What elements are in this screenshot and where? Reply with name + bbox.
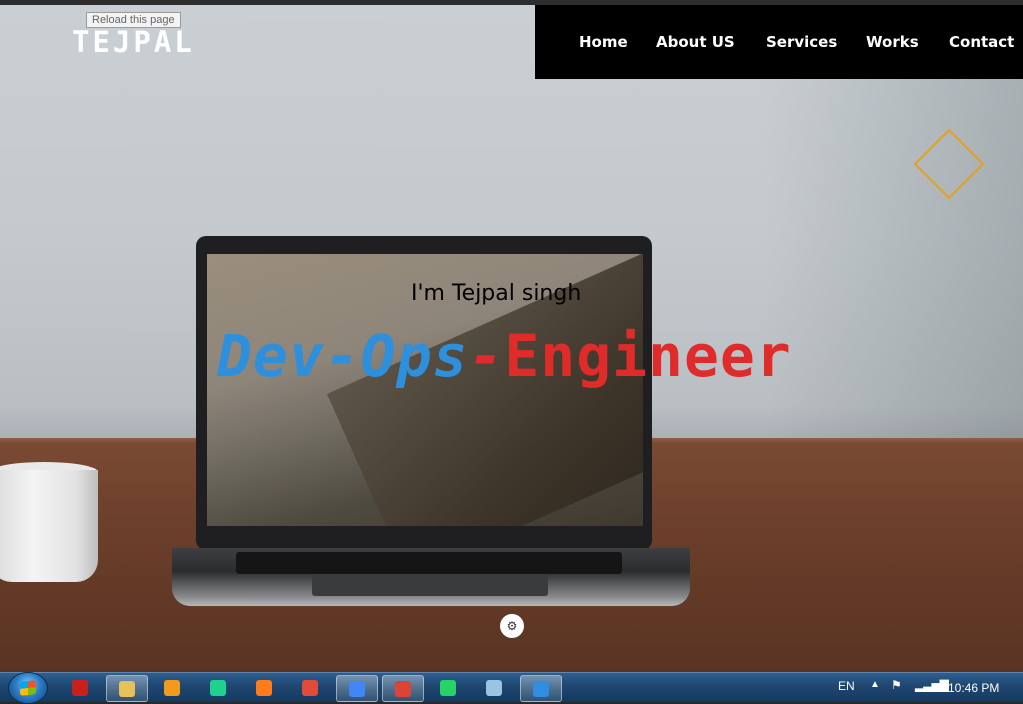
site-logo[interactable]: TEJPAL bbox=[72, 25, 195, 59]
chrome-icon-2 bbox=[395, 681, 411, 697]
vscode-icon bbox=[533, 681, 549, 697]
main-nav: Home About US Services Works Contact bbox=[535, 5, 1023, 79]
taskbar-button-vscode[interactable] bbox=[520, 675, 562, 702]
taskbar-button-pdf-reader[interactable] bbox=[60, 675, 100, 700]
media-player-icon bbox=[164, 680, 180, 696]
notepad-icon bbox=[486, 680, 502, 696]
action-center-flag-icon[interactable]: ⚑ bbox=[891, 678, 902, 692]
headline-devops: Dev-Ops bbox=[217, 322, 469, 390]
nav-home[interactable]: Home bbox=[579, 33, 628, 51]
headline-separator: - bbox=[468, 322, 505, 390]
taskbar-button-snipping-tool[interactable] bbox=[290, 675, 330, 700]
windows-logo-icon bbox=[20, 680, 36, 696]
taskbar-button-chrome-2[interactable] bbox=[382, 675, 424, 702]
windows-taskbar: EN ▲ ⚑ ▂▃▅▇ 10:46 PM bbox=[0, 672, 1023, 704]
reload-tooltip: Reload this page bbox=[86, 12, 181, 28]
pycharm-icon bbox=[210, 680, 226, 696]
language-indicator[interactable]: EN bbox=[838, 679, 855, 693]
taskbar-button-media-player[interactable] bbox=[152, 675, 192, 700]
snipping-tool-icon bbox=[302, 680, 318, 696]
coffee-cup bbox=[0, 470, 98, 582]
chrome-icon bbox=[349, 681, 365, 697]
taskbar-button-file-explorer[interactable] bbox=[106, 675, 148, 702]
headline-engineer: Engineer bbox=[504, 322, 792, 390]
network-signal-icon[interactable]: ▂▃▅▇ bbox=[915, 678, 949, 692]
file-explorer-icon bbox=[119, 681, 135, 697]
whatsapp-icon bbox=[440, 680, 456, 696]
nav-services[interactable]: Services bbox=[766, 33, 837, 51]
taskbar-button-whatsapp[interactable] bbox=[428, 675, 468, 700]
show-hidden-icons-icon[interactable]: ▲ bbox=[870, 679, 880, 690]
laptop-keyboard bbox=[236, 552, 622, 574]
taskbar-button-chrome[interactable] bbox=[336, 675, 378, 702]
hero-intro: I'm Tejpal singh bbox=[411, 281, 582, 306]
taskbar-button-firefox[interactable] bbox=[244, 675, 284, 700]
nav-about-us[interactable]: About US bbox=[656, 33, 735, 51]
pdf-reader-icon bbox=[72, 680, 88, 696]
taskbar-button-pycharm[interactable] bbox=[198, 675, 238, 700]
nav-works[interactable]: Works bbox=[866, 33, 919, 51]
nav-contact[interactable]: Contact bbox=[949, 33, 1014, 51]
start-button[interactable] bbox=[8, 672, 48, 704]
clock[interactable]: 10:46 PM bbox=[948, 681, 999, 695]
firefox-icon bbox=[256, 680, 272, 696]
scroll-icon[interactable]: ⚙ bbox=[500, 614, 524, 638]
laptop-touchpad bbox=[312, 574, 548, 596]
hero-headline: Dev-Ops-Engineer bbox=[217, 322, 792, 390]
taskbar-button-notepad[interactable] bbox=[474, 675, 514, 700]
